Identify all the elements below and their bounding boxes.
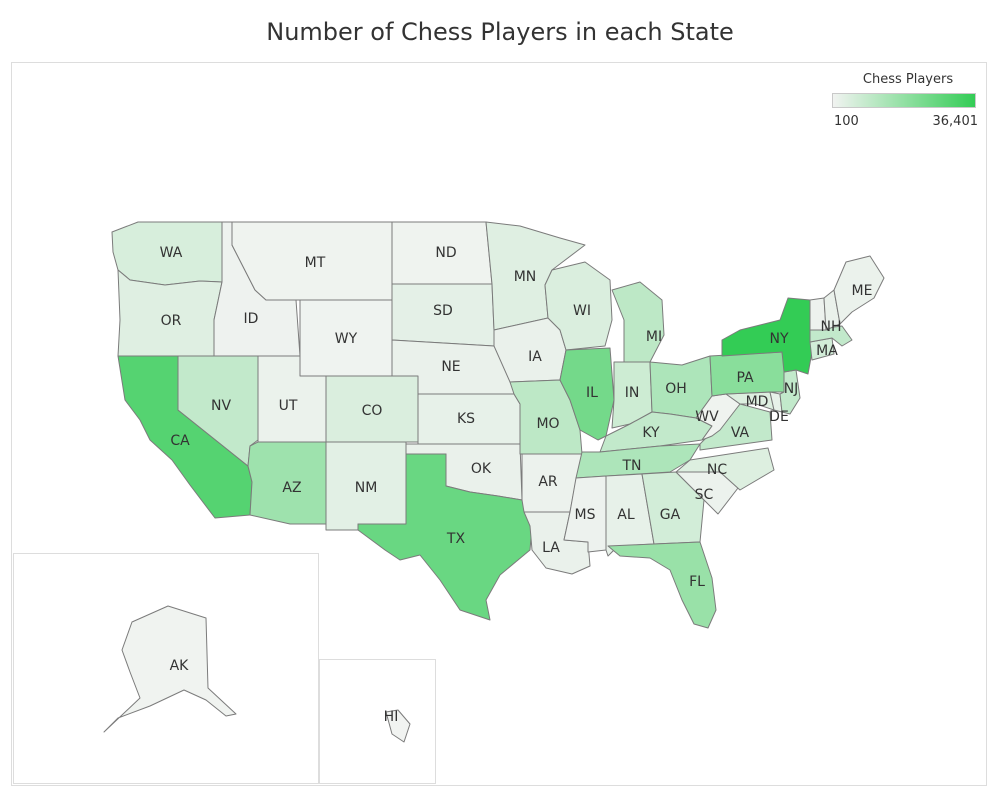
label-WA: WA <box>160 245 183 261</box>
label-WI: WI <box>573 303 591 319</box>
legend-max-label: 36,401 <box>932 114 979 129</box>
label-CO: CO <box>362 403 383 419</box>
label-MT: MT <box>305 255 326 271</box>
label-OR: OR <box>161 313 182 329</box>
label-KS: KS <box>457 411 475 427</box>
label-OH: OH <box>665 381 687 397</box>
label-NJ: NJ <box>784 381 799 397</box>
label-IA: IA <box>528 349 542 365</box>
label-ID: ID <box>244 311 259 327</box>
label-LA: LA <box>542 540 560 556</box>
label-MS: MS <box>575 507 596 523</box>
label-NC: NC <box>707 462 727 478</box>
legend-min-label: 100 <box>834 114 859 129</box>
label-MA: MA <box>816 343 838 359</box>
label-PA: PA <box>736 370 754 386</box>
label-MI: MI <box>646 329 662 345</box>
label-NM: NM <box>355 480 378 496</box>
label-WY: WY <box>335 331 358 347</box>
label-SD: SD <box>433 303 453 319</box>
label-ME: ME <box>852 283 873 299</box>
label-AZ: AZ <box>282 480 301 496</box>
legend-title: Chess Players <box>862 72 954 87</box>
label-VA: VA <box>731 425 750 441</box>
label-UT: UT <box>279 398 298 414</box>
label-NV: NV <box>211 398 231 414</box>
label-CA: CA <box>170 433 190 449</box>
label-NH: NH <box>821 319 842 335</box>
color-legend: Chess Players 100 36,401 <box>832 72 980 129</box>
label-AK: AK <box>170 658 190 674</box>
label-MO: MO <box>536 416 559 432</box>
label-IL: IL <box>586 385 598 401</box>
label-GA: GA <box>660 507 681 523</box>
label-HI: HI <box>384 709 399 725</box>
label-WV: WV <box>695 409 719 425</box>
label-FL: FL <box>689 574 705 590</box>
label-DE: DE <box>769 409 789 425</box>
label-AL: AL <box>617 507 635 523</box>
label-IN: IN <box>625 385 640 401</box>
label-OK: OK <box>471 461 492 477</box>
label-TN: TN <box>621 458 641 474</box>
label-ND: ND <box>435 245 456 261</box>
state-MI[interactable] <box>611 281 665 363</box>
label-NE: NE <box>441 359 460 375</box>
label-NY: NY <box>769 331 788 347</box>
label-SC: SC <box>695 487 714 503</box>
label-TX: TX <box>446 531 466 547</box>
legend-gradient-bar <box>832 93 976 108</box>
label-MD: MD <box>746 394 769 410</box>
label-AR: AR <box>538 474 558 490</box>
label-MN: MN <box>514 269 537 285</box>
label-KY: KY <box>642 425 660 441</box>
